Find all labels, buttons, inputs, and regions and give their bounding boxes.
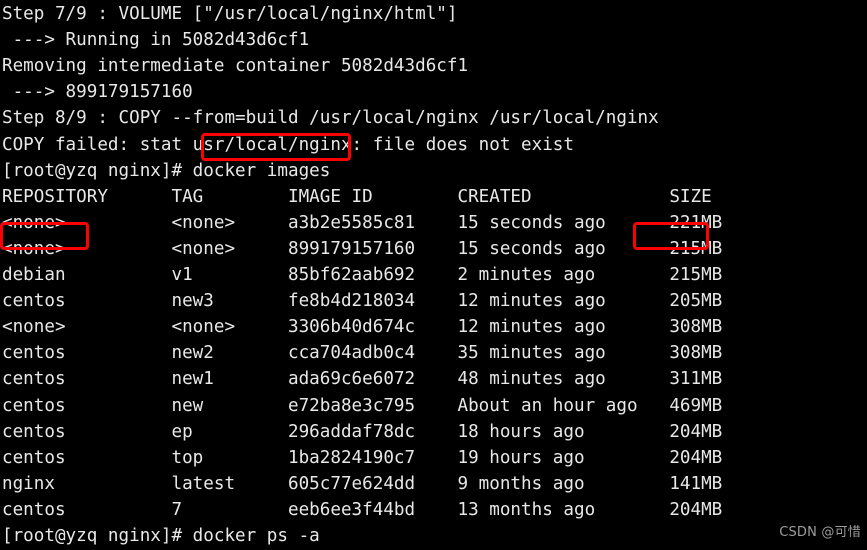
terminal-line: debian v1 85bf62aab692 2 minutes ago 215…	[2, 265, 723, 285]
terminal-line: centos 7 eeb6ee3f44bd 13 months ago 204M…	[2, 499, 723, 520]
csdn-watermark: CSDN @可惜	[779, 524, 861, 540]
terminal-line: REPOSITORY TAG IMAGE ID CREATED SIZE	[2, 186, 712, 207]
terminal-window[interactable]: Step 7/9 : VOLUME ["/usr/local/nginx/htm…	[0, 0, 867, 550]
terminal-line: <none> <none> a3b2e5585c81 15 seconds ag…	[2, 212, 723, 233]
terminal-line: <none> <none> 899179157160 15 seconds ag…	[2, 238, 723, 259]
terminal-line: Step 7/9 : VOLUME ["/usr/local/nginx/htm…	[2, 4, 458, 24]
terminal-line: COPY failed: stat usr/local/nginx: file …	[2, 134, 574, 155]
terminal-line: centos new2 cca704adb0c4 35 minutes ago …	[2, 343, 723, 364]
terminal-line: ---> Running in 5082d43d6cf1	[2, 30, 310, 51]
terminal-line: ---> 899179157160	[2, 82, 193, 103]
terminal-line: nginx latest 605c77e624dd 9 months ago 1…	[2, 473, 723, 494]
terminal-line: <none> <none> 3306b40d674c 12 minutes ag…	[2, 317, 723, 338]
terminal-line: centos top 1ba2824190c7 19 hours ago 204…	[2, 447, 723, 468]
terminal-line: Step 8/9 : COPY --from=build /usr/local/…	[2, 108, 659, 129]
terminal-line: centos new1 ada69c6e6072 48 minutes ago …	[2, 369, 723, 390]
terminal-line: centos new3 fe8b4d218034 12 minutes ago …	[2, 291, 723, 312]
terminal-line: Removing intermediate container 5082d43d…	[2, 56, 469, 77]
terminal-line: [root@yzq nginx]# docker ps -a	[2, 526, 320, 546]
terminal-line: centos new e72ba8e3c795 About an hour ag…	[2, 395, 723, 416]
terminal-line: centos ep 296addaf78dc 18 hours ago 204M…	[2, 421, 723, 442]
terminal-line: [root@yzq nginx]# docker images	[2, 160, 331, 181]
